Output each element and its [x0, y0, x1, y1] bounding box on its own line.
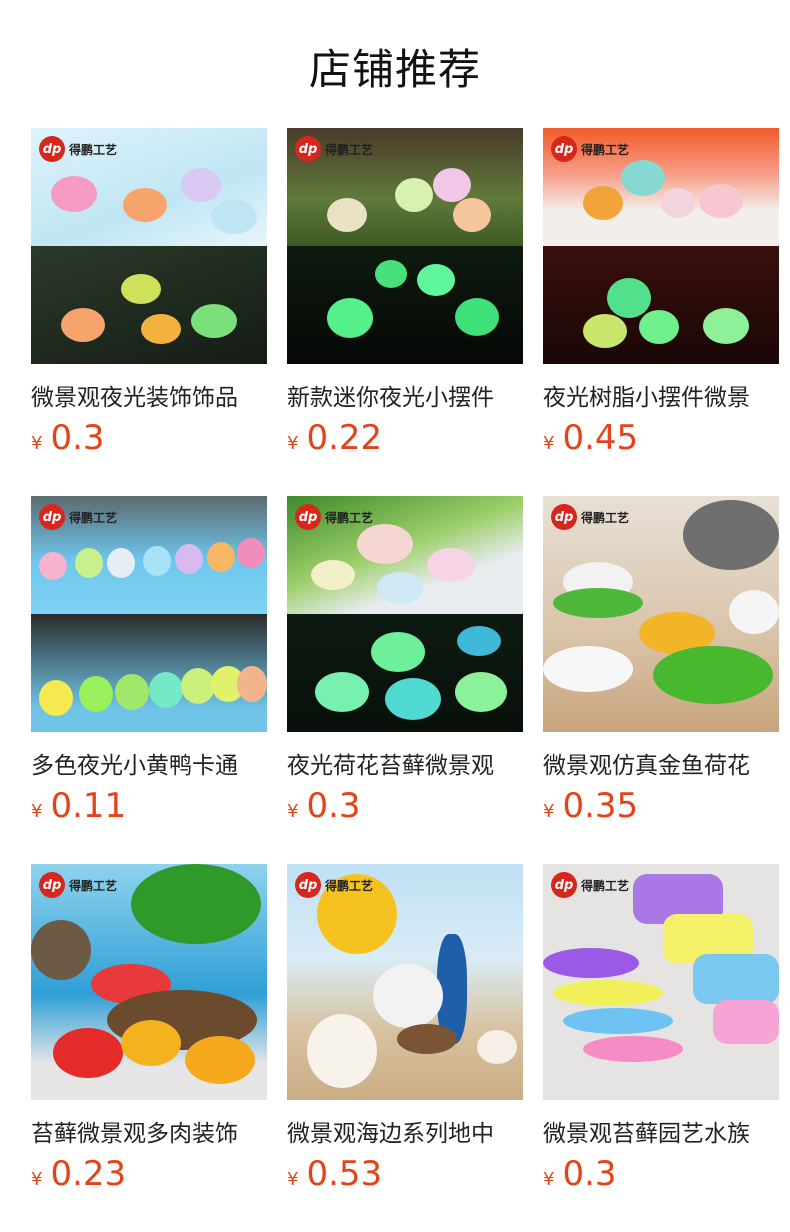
product-price: ¥ 0.35 [543, 786, 779, 826]
brand-logo: dp 得鹏工艺 [295, 504, 373, 530]
product-image[interactable]: dp 得鹏工艺 [287, 128, 523, 364]
product-price: ¥ 0.3 [287, 786, 523, 826]
price-value: 0.3 [50, 418, 105, 458]
brand-logo-text: 得鹏工艺 [69, 510, 118, 525]
product-name[interactable]: 微景观海边系列地中 [287, 1114, 523, 1148]
brand-logo-icon: dp [551, 136, 577, 162]
brand-logo-icon: dp [551, 872, 577, 898]
currency-symbol: ¥ [31, 801, 43, 822]
product-image[interactable]: dp 得鹏工艺 [31, 864, 267, 1100]
currency-symbol: ¥ [31, 1169, 43, 1190]
product-card[interactable]: dp 得鹏工艺 新款迷你夜光小摆件 ¥ 0.22 [287, 128, 523, 458]
brand-logo-text: 得鹏工艺 [581, 510, 630, 525]
product-name[interactable]: 新款迷你夜光小摆件 [287, 378, 523, 412]
product-name[interactable]: 微景观夜光装饰饰品 [31, 378, 267, 412]
price-value: 0.22 [306, 418, 383, 458]
currency-symbol: ¥ [287, 801, 299, 822]
product-price: ¥ 0.3 [31, 418, 267, 458]
product-image[interactable]: dp 得鹏工艺 [543, 128, 779, 364]
product-name[interactable]: 夜光树脂小摆件微景 [543, 378, 779, 412]
product-price: ¥ 0.22 [287, 418, 523, 458]
brand-logo-icon: dp [295, 872, 321, 898]
product-card[interactable]: dp 得鹏工艺 微景观苔藓园艺水族 ¥ 0.3 [543, 864, 779, 1194]
currency-symbol: ¥ [543, 433, 555, 454]
page-title: 店铺推荐 [308, 45, 481, 94]
product-price: ¥ 0.23 [31, 1154, 267, 1194]
product-price: ¥ 0.45 [543, 418, 779, 458]
product-name[interactable]: 微景观仿真金鱼荷花 [543, 746, 779, 780]
product-image[interactable]: dp 得鹏工艺 [31, 496, 267, 732]
brand-logo-icon: dp [551, 504, 577, 530]
brand-logo-text: 得鹏工艺 [325, 878, 374, 893]
brand-logo-text: 得鹏工艺 [325, 142, 374, 157]
product-price: ¥ 0.53 [287, 1154, 523, 1194]
product-card[interactable]: dp 得鹏工艺 微景观夜光装饰饰品 ¥ 0.3 [31, 128, 267, 458]
product-name[interactable]: 苔藓微景观多肉装饰 [31, 1114, 267, 1148]
brand-logo-icon: dp [295, 504, 321, 530]
brand-logo-icon: dp [295, 136, 321, 162]
product-card[interactable]: dp 得鹏工艺 苔藓微景观多肉装饰 ¥ 0.23 [31, 864, 267, 1194]
brand-logo-text: 得鹏工艺 [69, 878, 118, 893]
brand-logo: dp 得鹏工艺 [295, 136, 373, 162]
brand-logo-icon: dp [39, 136, 65, 162]
currency-symbol: ¥ [543, 801, 555, 822]
product-name[interactable]: 夜光荷花苔藓微景观 [287, 746, 523, 780]
price-value: 0.3 [306, 786, 361, 826]
price-value: 0.3 [562, 1154, 617, 1194]
product-image[interactable]: dp 得鹏工艺 [287, 864, 523, 1100]
product-card[interactable]: dp 得鹏工艺 多色夜光小黄鸭卡通 ¥ 0.11 [31, 496, 267, 826]
product-price: ¥ 0.11 [31, 786, 267, 826]
product-name[interactable]: 多色夜光小黄鸭卡通 [31, 746, 267, 780]
product-card[interactable]: dp 得鹏工艺 夜光树脂小摆件微景 ¥ 0.45 [543, 128, 779, 458]
brand-logo-text: 得鹏工艺 [69, 142, 118, 157]
price-value: 0.11 [50, 786, 127, 826]
currency-symbol: ¥ [31, 433, 43, 454]
currency-symbol: ¥ [543, 1169, 555, 1190]
brand-logo-text: 得鹏工艺 [325, 510, 374, 525]
currency-symbol: ¥ [287, 1169, 299, 1190]
brand-logo: dp 得鹏工艺 [39, 136, 117, 162]
price-value: 0.45 [562, 418, 639, 458]
brand-logo: dp 得鹏工艺 [551, 136, 629, 162]
brand-logo: dp 得鹏工艺 [551, 872, 629, 898]
product-card[interactable]: dp 得鹏工艺 微景观仿真金鱼荷花 ¥ 0.35 [543, 496, 779, 826]
product-name[interactable]: 微景观苔藓园艺水族 [543, 1114, 779, 1148]
brand-logo: dp 得鹏工艺 [39, 872, 117, 898]
price-value: 0.35 [562, 786, 639, 826]
brand-logo-icon: dp [39, 872, 65, 898]
product-price: ¥ 0.3 [543, 1154, 779, 1194]
price-value: 0.23 [50, 1154, 127, 1194]
product-image[interactable]: dp 得鹏工艺 [543, 496, 779, 732]
brand-logo-text: 得鹏工艺 [581, 878, 630, 893]
product-image[interactable]: dp 得鹏工艺 [31, 128, 267, 364]
brand-logo: dp 得鹏工艺 [295, 872, 373, 898]
brand-logo-icon: dp [39, 504, 65, 530]
product-card[interactable]: dp 得鹏工艺 微景观海边系列地中 ¥ 0.53 [287, 864, 523, 1194]
price-value: 0.53 [306, 1154, 383, 1194]
brand-logo: dp 得鹏工艺 [551, 504, 629, 530]
product-card[interactable]: dp 得鹏工艺 夜光荷花苔藓微景观 ¥ 0.3 [287, 496, 523, 826]
currency-symbol: ¥ [287, 433, 299, 454]
brand-logo: dp 得鹏工艺 [39, 504, 117, 530]
brand-logo-text: 得鹏工艺 [581, 142, 630, 157]
product-image[interactable]: dp 得鹏工艺 [287, 496, 523, 732]
product-image[interactable]: dp 得鹏工艺 [543, 864, 779, 1100]
